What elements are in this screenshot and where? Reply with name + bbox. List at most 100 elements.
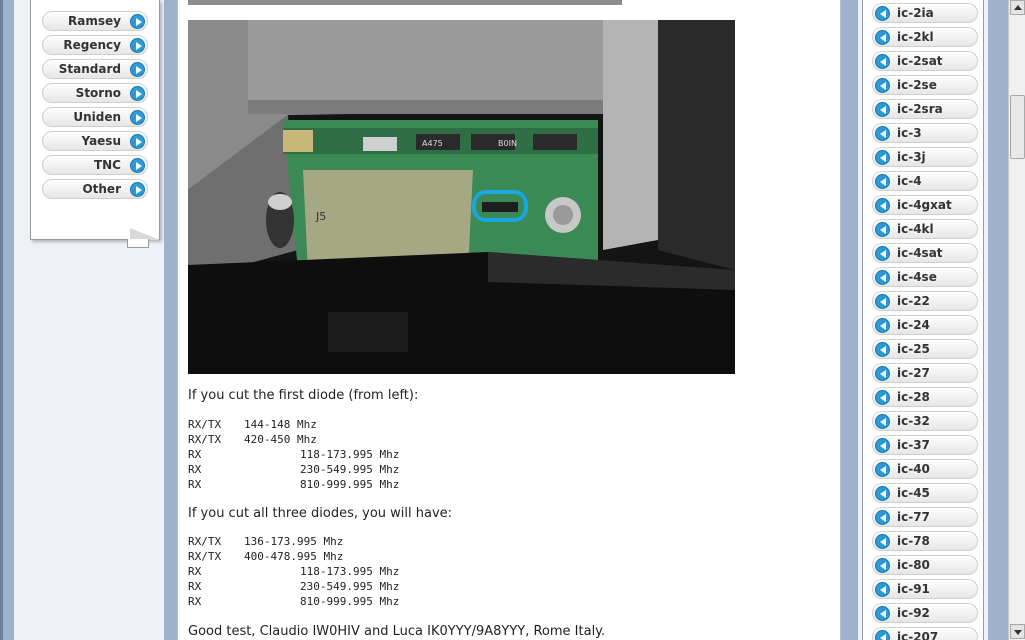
model-item[interactable]: ic-2se xyxy=(872,75,978,95)
arrow-left-icon xyxy=(875,630,890,640)
model-item[interactable]: ic-4kl xyxy=(872,219,978,239)
vertical-scrollbar[interactable] xyxy=(1008,0,1025,640)
model-item[interactable]: ic-45 xyxy=(872,483,978,503)
model-item[interactable]: ic-37 xyxy=(872,435,978,455)
frequency-mode: RX xyxy=(188,448,202,461)
model-item[interactable]: ic-3 xyxy=(872,123,978,143)
component-label: A475 xyxy=(422,139,443,148)
model-item-label: ic-77 xyxy=(897,510,930,524)
model-item[interactable]: ic-2sat xyxy=(872,51,978,71)
scroll-up-arrow-icon[interactable] xyxy=(1010,0,1025,15)
frequency-row: RX 118-173.995 Mhz xyxy=(188,565,399,580)
model-item[interactable]: ic-2ia xyxy=(872,3,978,23)
connector-label: J5 xyxy=(315,210,326,223)
model-item[interactable]: ic-25 xyxy=(872,339,978,359)
model-item[interactable]: ic-32 xyxy=(872,411,978,431)
frequency-mode: RX/TX xyxy=(188,433,222,446)
model-item-label: ic-4gxat xyxy=(897,198,952,212)
model-item-label: ic-3j xyxy=(897,150,926,164)
model-item[interactable]: ic-27 xyxy=(872,363,978,383)
component-label: B0IN xyxy=(498,139,517,148)
frequency-mode: RX/TX xyxy=(188,550,222,563)
model-menu-card: ic-2ia ic-2kl ic-2sat ic-2se ic-2sra ic-3 ic-3… xyxy=(862,0,984,640)
model-item[interactable]: ic-22 xyxy=(872,291,978,311)
model-item-label: ic-2sra xyxy=(897,102,943,116)
arrow-right-icon xyxy=(130,182,145,197)
arrow-left-icon xyxy=(875,438,890,453)
model-item[interactable]: ic-4se xyxy=(872,267,978,287)
frequency-row: RX 118-173.995 Mhz xyxy=(188,448,399,463)
frequency-mode: RX xyxy=(188,595,202,608)
model-item[interactable]: ic-4 xyxy=(872,171,978,191)
arrow-left-icon xyxy=(875,534,890,549)
model-item[interactable]: ic-77 xyxy=(872,507,978,527)
frequency-range: 230-549.995 Mhz xyxy=(300,463,400,476)
brand-item-yaesu[interactable]: Yaesu xyxy=(42,131,148,151)
model-item-label: ic-27 xyxy=(897,366,930,380)
model-item-label: ic-25 xyxy=(897,342,930,356)
model-item-label: ic-3 xyxy=(897,126,922,140)
frequency-range: 400-478.995 Mhz xyxy=(244,550,344,563)
model-item[interactable]: ic-3j xyxy=(872,147,978,167)
model-item[interactable]: ic-92 xyxy=(872,603,978,623)
frequency-row: RX/TX 144-148 Mhz xyxy=(188,418,399,433)
brand-item-label: Other xyxy=(82,182,121,196)
model-item[interactable]: ic-78 xyxy=(872,531,978,551)
model-item[interactable]: ic-2kl xyxy=(872,27,978,47)
arrow-right-icon xyxy=(130,14,145,29)
brand-item-other[interactable]: Other xyxy=(42,179,148,199)
brand-item-label: TNC xyxy=(93,158,121,172)
model-item[interactable]: ic-2sra xyxy=(872,99,978,119)
model-item-label: ic-78 xyxy=(897,534,930,548)
arrow-left-icon xyxy=(875,414,890,429)
arrow-right-icon xyxy=(130,134,145,149)
arrow-left-icon xyxy=(875,222,890,237)
arrow-left-icon xyxy=(875,318,890,333)
frequency-range: 810-999.995 Mhz xyxy=(300,478,400,491)
brand-item-label: Regency xyxy=(63,38,121,52)
brand-item-regency[interactable]: Regency xyxy=(42,35,148,55)
previous-image-edge xyxy=(188,0,622,5)
arrow-left-icon xyxy=(875,198,890,213)
arrow-right-icon xyxy=(130,86,145,101)
model-item-label: ic-2ia xyxy=(897,6,934,20)
model-item[interactable]: ic-40 xyxy=(872,459,978,479)
arrow-right-icon xyxy=(130,110,145,125)
scroll-down-arrow-icon[interactable] xyxy=(1010,624,1025,639)
model-item-label: ic-32 xyxy=(897,414,930,428)
frequency-row: RX 230-549.995 Mhz xyxy=(188,580,399,595)
brand-item-tnc[interactable]: TNC xyxy=(42,155,148,175)
scroll-thumb[interactable] xyxy=(1010,95,1025,159)
frequency-row: RX/TX 400-478.995 Mhz xyxy=(188,550,399,565)
model-item[interactable]: ic-28 xyxy=(872,387,978,407)
brand-item-storno[interactable]: Storno xyxy=(42,83,148,103)
frequency-row: RX 810-999.995 Mhz xyxy=(188,478,399,493)
first-diode-intro: If you cut the first diode (from left): xyxy=(188,388,419,403)
model-item-label: ic-4 xyxy=(897,174,922,188)
model-item[interactable]: ic-4gxat xyxy=(872,195,978,215)
model-item[interactable]: ic-91 xyxy=(872,579,978,599)
brand-item-ramsey[interactable]: Ramsey xyxy=(42,11,148,31)
frequency-mode: RX xyxy=(188,565,202,578)
arrow-left-icon xyxy=(875,462,890,477)
brand-item-uniden[interactable]: Uniden xyxy=(42,107,148,127)
right-sidebar: ic-2ia ic-2kl ic-2sat ic-2se ic-2sra ic-3 ic-3… xyxy=(858,0,988,640)
model-item[interactable]: ic-24 xyxy=(872,315,978,335)
frequency-range: 420-450 Mhz xyxy=(244,433,317,446)
brand-item-standard[interactable]: Standard xyxy=(42,59,148,79)
model-item[interactable]: ic-207 xyxy=(872,627,978,640)
model-item[interactable]: ic-80 xyxy=(872,555,978,575)
arrow-left-icon xyxy=(875,102,890,117)
frequency-mode: RX xyxy=(188,580,202,593)
arrow-left-icon xyxy=(875,486,890,501)
frequency-range: 118-173.995 Mhz xyxy=(300,448,400,461)
model-item[interactable]: ic-4sat xyxy=(872,243,978,263)
arrow-left-icon xyxy=(875,606,890,621)
frequency-mode: RX xyxy=(188,463,202,476)
frequency-list-two: RX/TX 136-173.995 Mhz RX/TX 400-478.995 Mhz… xyxy=(188,535,399,610)
arrow-right-icon xyxy=(130,62,145,77)
arrow-left-icon xyxy=(875,390,890,405)
model-item-label: ic-2se xyxy=(897,78,937,92)
model-item-label: ic-91 xyxy=(897,582,930,596)
arrow-left-icon xyxy=(875,78,890,93)
